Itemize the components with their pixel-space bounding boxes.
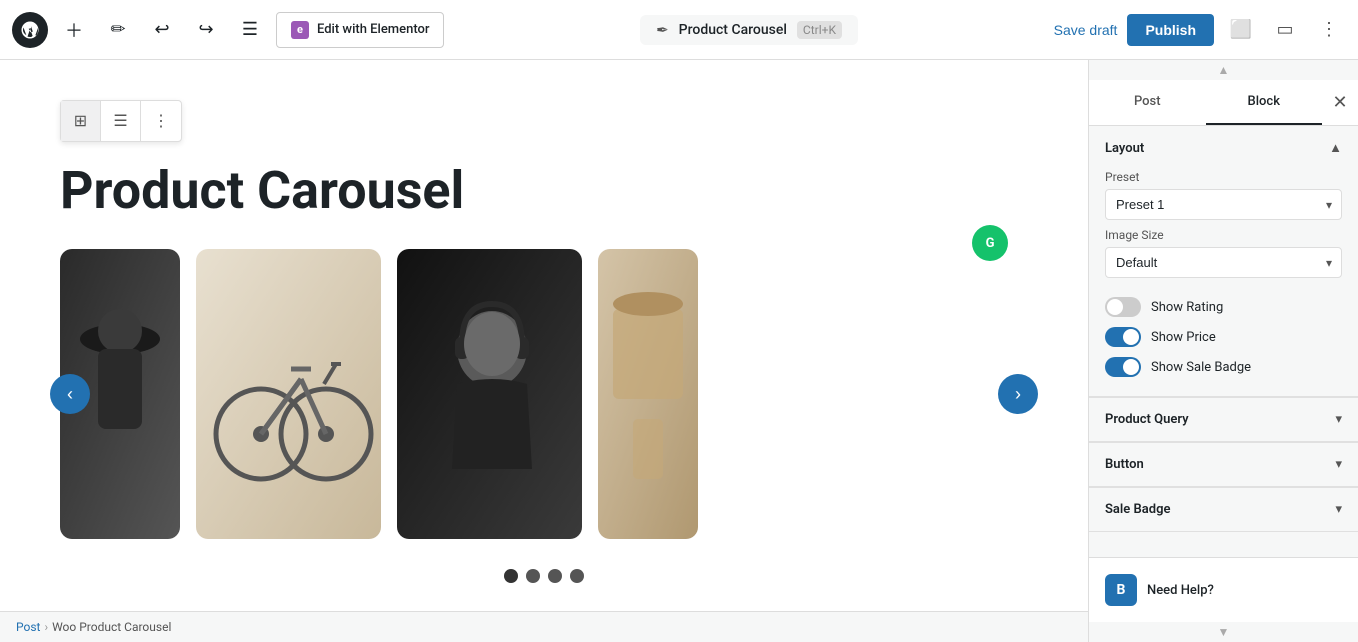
tab-block[interactable]: Block — [1206, 80, 1323, 125]
canvas-area[interactable]: ⊞ ☰ ⋮ Product Carousel G ‹ — [0, 60, 1088, 642]
breadcrumb-separator: › — [44, 620, 48, 634]
canvas-content: ⊞ ☰ ⋮ Product Carousel G ‹ — [0, 60, 1088, 642]
show-sale-badge-label: Show Sale Badge — [1151, 360, 1251, 375]
breadcrumb: Post › Woo Product Carousel — [0, 611, 1088, 642]
show-rating-toggle[interactable] — [1105, 297, 1141, 317]
edit-elementor-label: Edit with Elementor — [317, 22, 429, 37]
section-sale-badge-title: Sale Badge — [1105, 502, 1170, 517]
save-draft-button[interactable]: Save draft — [1054, 22, 1118, 38]
sidebar-toggle-button[interactable]: ▭ — [1268, 13, 1302, 47]
carousel-prev-button[interactable]: ‹ — [50, 374, 90, 414]
section-layout-body: Preset Preset 1 Preset 2 Preset 3 Image … — [1089, 170, 1358, 396]
pen-icon: ✒ — [656, 21, 669, 39]
view-toggle-button[interactable]: ⬜ — [1224, 13, 1258, 47]
block-tool-widget[interactable]: ⊞ — [61, 101, 101, 141]
panel-close-button[interactable]: ✕ — [1322, 80, 1358, 125]
edit-tools-button[interactable]: ✏ — [100, 12, 136, 48]
need-help-text[interactable]: Need Help? — [1147, 583, 1214, 598]
wp-icon — [20, 20, 40, 40]
image-size-select-wrapper: Default Thumbnail Medium Large Full — [1105, 247, 1342, 278]
section-button-header[interactable]: Button ▾ — [1089, 443, 1358, 486]
preset-select-wrapper: Preset 1 Preset 2 Preset 3 — [1105, 189, 1342, 220]
section-button: Button ▾ — [1089, 442, 1358, 486]
publish-button[interactable]: Publish — [1127, 14, 1214, 46]
topbar-center: ✒ Product Carousel Ctrl+K — [452, 15, 1045, 45]
carousel-next-button[interactable]: › — [998, 374, 1038, 414]
topbar-right: Save draft Publish ⬜ ▭ ⋮ — [1054, 13, 1346, 47]
section-product-query-title: Product Query — [1105, 412, 1189, 427]
show-rating-label: Show Rating — [1151, 300, 1223, 315]
image-size-field: Image Size Default Thumbnail Medium Larg… — [1105, 228, 1342, 278]
toggle-knob — [1107, 299, 1123, 315]
toggle-knob — [1123, 329, 1139, 345]
section-sale-badge-chevron: ▾ — [1335, 502, 1342, 517]
section-product-query: Product Query ▾ — [1089, 397, 1358, 441]
topbar: ＋ ✏ ↩ ↪ ☰ e Edit with Elementor ✒ Produc… — [0, 0, 1358, 60]
edit-elementor-button[interactable]: e Edit with Elementor — [276, 12, 444, 48]
show-price-label: Show Price — [1151, 330, 1216, 345]
section-button-chevron: ▾ — [1335, 457, 1342, 472]
product-image-2 — [196, 249, 381, 539]
topbar-left: ＋ ✏ ↩ ↪ ☰ — [12, 12, 268, 48]
panel-scroll-top[interactable]: ▲ — [1089, 60, 1358, 80]
block-tool-more[interactable]: ⋮ — [141, 101, 181, 141]
show-rating-row: Show Rating — [1105, 292, 1342, 322]
add-block-button[interactable]: ＋ — [56, 12, 92, 48]
panel-divider — [1089, 531, 1358, 532]
carousel-track — [60, 249, 1028, 539]
image-size-label: Image Size — [1105, 228, 1342, 242]
product-image-3 — [397, 249, 582, 539]
block-title: Product Carousel — [60, 162, 1028, 219]
elementor-icon: e — [291, 21, 309, 39]
product-image-4 — [598, 249, 698, 539]
toggle-knob — [1123, 359, 1139, 375]
preset-select[interactable]: Preset 1 Preset 2 Preset 3 — [1105, 189, 1342, 220]
show-price-row: Show Price — [1105, 322, 1342, 352]
breadcrumb-home[interactable]: Post — [16, 620, 40, 634]
block-toolbar: ⊞ ☰ ⋮ — [60, 100, 182, 142]
post-title: Product Carousel — [679, 22, 787, 38]
undo-button[interactable]: ↩ — [144, 12, 180, 48]
need-help-icon: B — [1105, 574, 1137, 606]
carousel-item — [196, 249, 381, 539]
need-help-section: B Need Help? — [1089, 557, 1358, 622]
carousel-wrapper: ‹ — [60, 249, 1028, 539]
carousel-dot[interactable] — [526, 569, 540, 583]
carousel-item — [598, 249, 698, 539]
shortcut-badge: Ctrl+K — [797, 21, 842, 39]
section-layout-title: Layout — [1105, 141, 1144, 156]
carousel-dot[interactable] — [548, 569, 562, 583]
wordpress-logo[interactable] — [12, 12, 48, 48]
carousel-item — [397, 249, 582, 539]
section-layout-chevron: ▲ — [1329, 140, 1342, 156]
section-layout: Layout ▲ Preset Preset 1 Preset 2 Preset… — [1089, 126, 1358, 396]
redo-button[interactable]: ↪ — [188, 12, 224, 48]
post-title-area[interactable]: ✒ Product Carousel Ctrl+K — [640, 15, 858, 45]
tab-post[interactable]: Post — [1089, 80, 1206, 125]
main-layout: ⊞ ☰ ⋮ Product Carousel G ‹ — [0, 60, 1358, 642]
preset-field: Preset Preset 1 Preset 2 Preset 3 — [1105, 170, 1342, 220]
show-sale-badge-row: Show Sale Badge — [1105, 352, 1342, 382]
section-button-title: Button — [1105, 457, 1144, 472]
show-sale-badge-toggle[interactable] — [1105, 357, 1141, 377]
carousel-dots — [60, 569, 1028, 583]
preset-label: Preset — [1105, 170, 1342, 184]
carousel-dot[interactable] — [504, 569, 518, 583]
section-sale-badge-header[interactable]: Sale Badge ▾ — [1089, 488, 1358, 531]
carousel-dot[interactable] — [570, 569, 584, 583]
image-size-select[interactable]: Default Thumbnail Medium Large Full — [1105, 247, 1342, 278]
panel-scroll-bottom[interactable]: ▼ — [1089, 622, 1358, 642]
section-layout-header[interactable]: Layout ▲ — [1089, 126, 1358, 170]
section-product-query-chevron: ▾ — [1335, 412, 1342, 427]
show-price-toggle[interactable] — [1105, 327, 1141, 347]
breadcrumb-current: Woo Product Carousel — [52, 620, 171, 634]
section-sale-badge: Sale Badge ▾ — [1089, 487, 1358, 531]
right-panel: ▲ Post Block ✕ Layout ▲ Preset Preset 1 — [1088, 60, 1358, 642]
block-tool-align[interactable]: ☰ — [101, 101, 141, 141]
more-options-button[interactable]: ⋮ — [1312, 13, 1346, 47]
section-product-query-header[interactable]: Product Query ▾ — [1089, 398, 1358, 441]
list-view-button[interactable]: ☰ — [232, 12, 268, 48]
panel-tabs: Post Block ✕ — [1089, 80, 1358, 126]
